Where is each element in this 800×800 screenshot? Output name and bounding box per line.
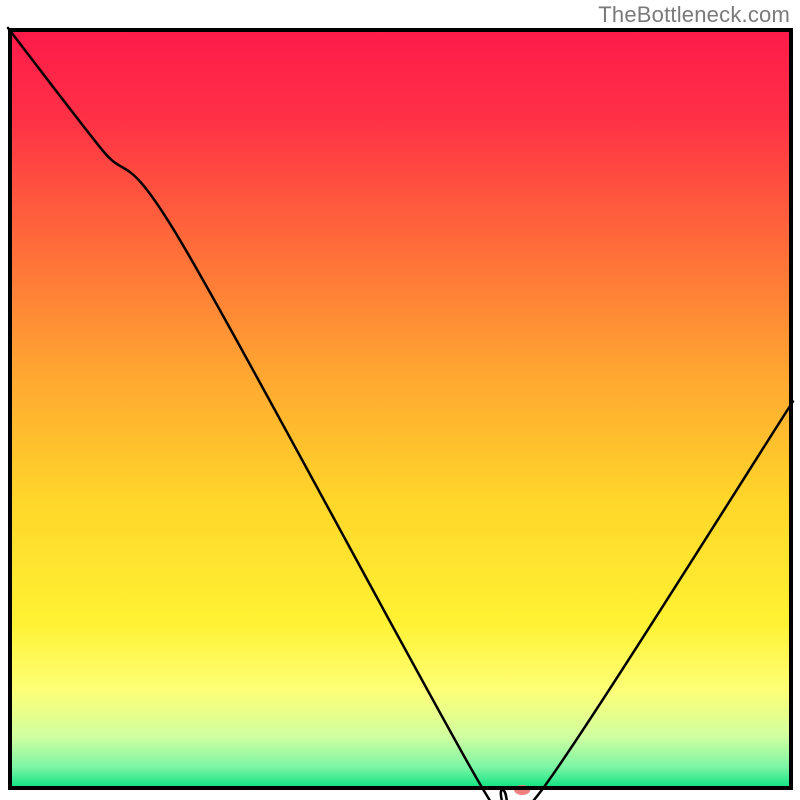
watermark-text: TheBottleneck.com xyxy=(598,2,790,28)
plot-background xyxy=(8,28,793,790)
chart-svg xyxy=(0,0,800,800)
chart-container: TheBottleneck.com xyxy=(0,0,800,800)
